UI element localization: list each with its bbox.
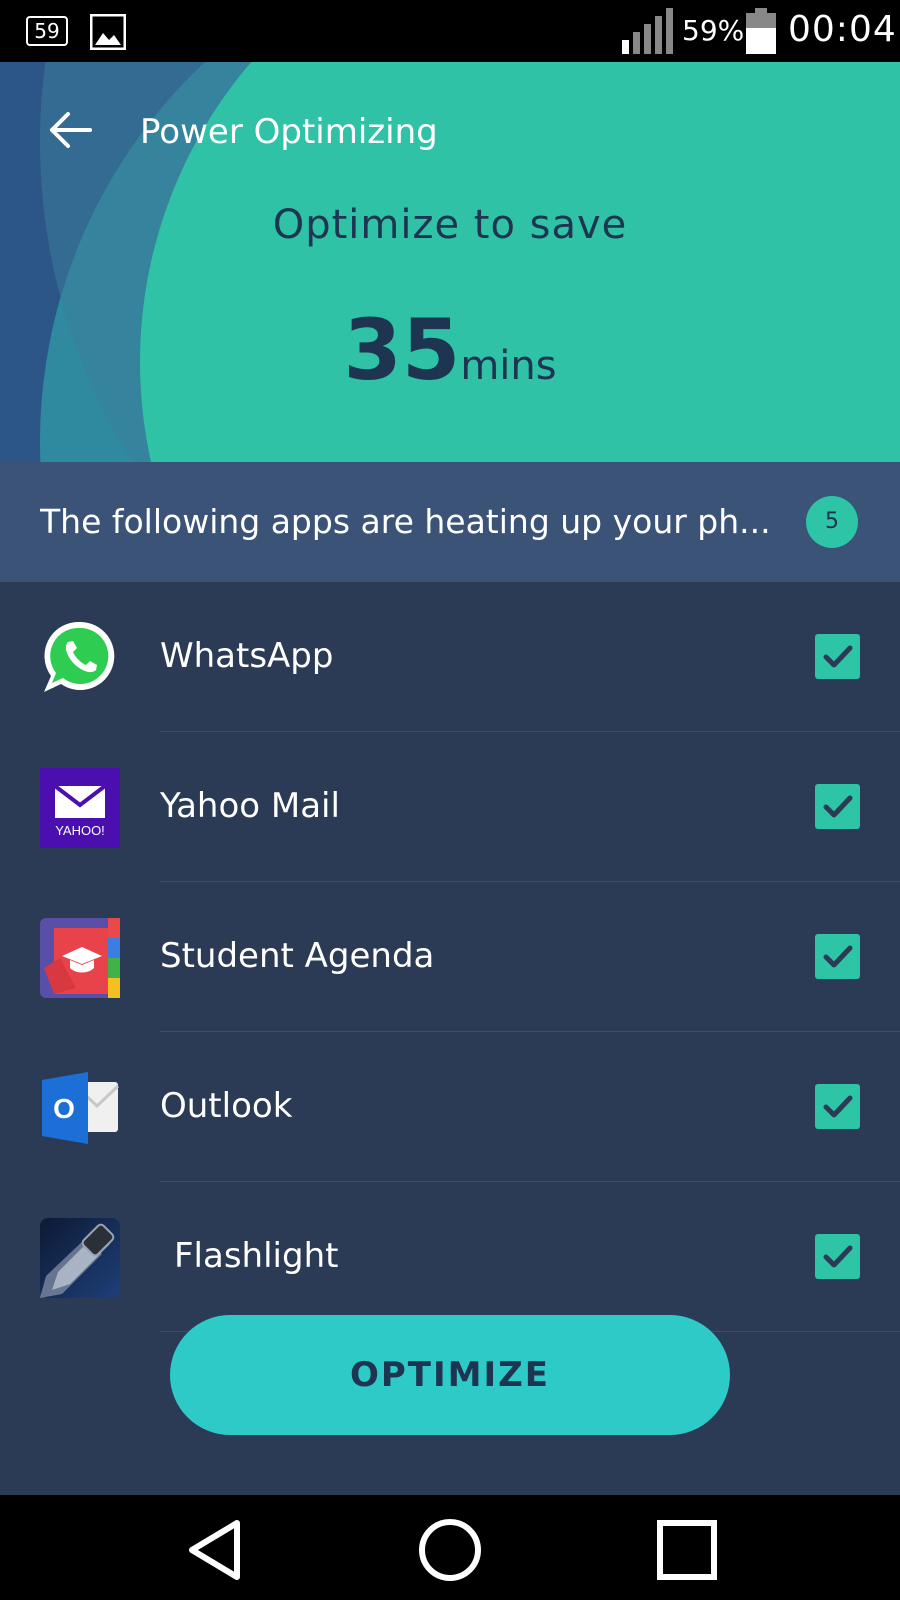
whatsapp-icon — [40, 618, 120, 698]
app-count-badge: 5 — [806, 496, 858, 548]
flashlight-icon — [40, 1218, 120, 1298]
app-name: Student Agenda — [160, 936, 435, 976]
app-checkbox[interactable] — [815, 784, 860, 829]
recents-square-icon — [657, 1520, 717, 1580]
checkmark-icon — [823, 1245, 853, 1268]
clock: 00:04 — [788, 9, 897, 50]
saving-unit: mins — [460, 343, 557, 389]
checkmark-icon — [823, 795, 853, 818]
app-checkbox[interactable] — [815, 934, 860, 979]
app-name: Flashlight — [174, 1236, 339, 1276]
saving-amount: 35mins — [0, 300, 900, 400]
power-optimizer-screen: 59 59% 00:04 Power Optimizing Optimize t… — [0, 0, 900, 1600]
app-checkbox[interactable] — [815, 1234, 860, 1279]
app-list: WhatsApp YAHOO! Yahoo Mail Student Agend… — [0, 582, 900, 1372]
app-name: Outlook — [160, 1086, 293, 1126]
battery-icon — [746, 8, 776, 58]
outlook-logo-letter: O — [53, 1093, 75, 1124]
saving-caption: Optimize to save — [272, 202, 628, 248]
list-item-student-agenda[interactable]: Student Agenda — [0, 882, 900, 1032]
battery-percent: 59% — [682, 14, 745, 47]
image-icon — [89, 13, 127, 54]
yahoo-logo-text: YAHOO! — [55, 823, 105, 838]
yahoo-mail-icon: YAHOO! — [40, 768, 120, 848]
optimize-button[interactable]: OPTIMIZE — [170, 1315, 730, 1435]
page-title: Power Optimizing — [140, 112, 438, 152]
header: Power Optimizing Optimize to save 35mins — [0, 62, 900, 462]
list-item-whatsapp[interactable]: WhatsApp — [0, 582, 900, 732]
checkmark-icon — [823, 645, 853, 668]
back-arrow-icon — [50, 112, 92, 148]
home-nav-button[interactable] — [415, 1515, 485, 1585]
list-item-flashlight[interactable]: Flashlight — [0, 1182, 900, 1332]
header-background — [0, 62, 900, 462]
app-name: WhatsApp — [160, 636, 334, 676]
saving-value: 35 — [343, 301, 461, 399]
app-name: Yahoo Mail — [160, 786, 340, 826]
checkmark-icon — [823, 1095, 853, 1118]
app-checkbox[interactable] — [815, 634, 860, 679]
heating-apps-banner: The following apps are heating up your p… — [0, 462, 900, 582]
recents-nav-button[interactable] — [652, 1515, 722, 1585]
back-triangle-icon — [189, 1520, 240, 1580]
home-circle-icon — [419, 1519, 481, 1581]
list-item-outlook[interactable]: O Outlook — [0, 1032, 900, 1182]
signal-icon — [622, 8, 674, 58]
status-bar: 59 59% 00:04 — [0, 0, 900, 62]
list-item-yahoo-mail[interactable]: YAHOO! Yahoo Mail — [0, 732, 900, 882]
back-button[interactable] — [38, 102, 102, 158]
student-agenda-icon — [40, 918, 120, 998]
back-nav-button[interactable] — [182, 1515, 252, 1585]
navigation-bar — [0, 1495, 900, 1600]
app-checkbox[interactable] — [815, 1084, 860, 1129]
banner-text: The following apps are heating up your p… — [40, 502, 771, 541]
notification-badge-icon: 59 — [26, 16, 68, 46]
outlook-icon: O — [40, 1068, 120, 1148]
checkmark-icon — [823, 945, 853, 968]
